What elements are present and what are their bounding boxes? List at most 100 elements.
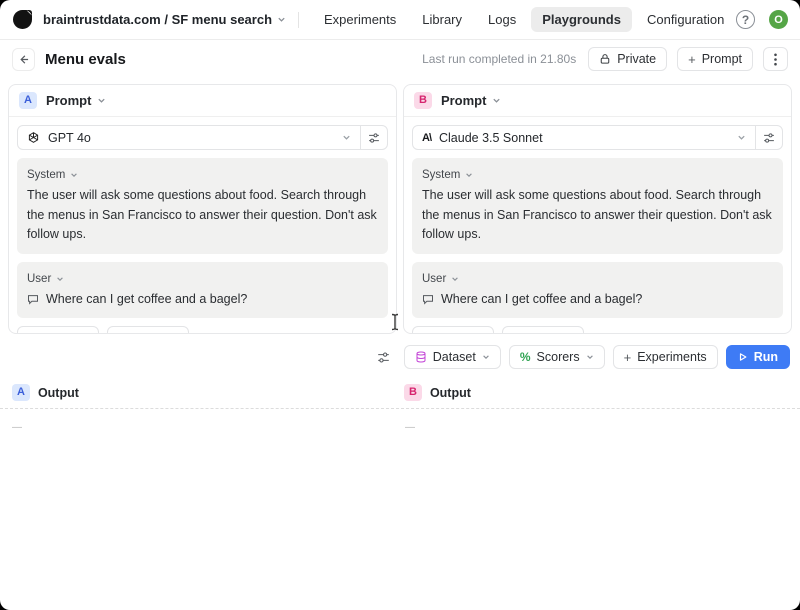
dataset-button[interactable]: Dataset bbox=[404, 345, 501, 369]
add-experiments-button[interactable]: + Experiments bbox=[613, 345, 718, 369]
output-a-placeholder: — bbox=[12, 422, 23, 433]
breadcrumb-label: braintrustdata.com / SF menu search bbox=[43, 12, 272, 27]
tab-configuration[interactable]: Configuration bbox=[636, 7, 735, 32]
lock-icon bbox=[599, 53, 611, 65]
output-body: — — bbox=[0, 409, 800, 443]
panel-b-prompt-label: Prompt bbox=[441, 93, 487, 108]
panel-a-badge: A bbox=[19, 92, 37, 109]
system-message-text[interactable]: The user will ask some questions about f… bbox=[27, 186, 378, 244]
prompt-card-b-body: A\ Claude 3.5 Sonnet System The user wil… bbox=[404, 117, 791, 334]
model-select-a[interactable]: GPT 4o bbox=[17, 125, 388, 150]
chevron-down-icon bbox=[342, 133, 351, 142]
breadcrumb[interactable]: braintrustdata.com / SF menu search bbox=[43, 12, 286, 27]
user-message-text[interactable]: Where can I get coffee and a bagel? bbox=[441, 290, 642, 309]
panel-a-prompt-selector[interactable]: Prompt bbox=[46, 93, 107, 108]
model-select-b[interactable]: A\ Claude 3.5 Sonnet bbox=[412, 125, 783, 150]
output-content-b: — bbox=[400, 409, 800, 443]
output-b-placeholder: — bbox=[405, 422, 416, 433]
tools-label: 1 tool bbox=[530, 331, 559, 334]
back-button[interactable] bbox=[12, 48, 35, 71]
chevron-down-icon bbox=[70, 171, 78, 179]
last-run-status: Last run completed in 21.80s bbox=[422, 52, 576, 66]
add-message-label: Message bbox=[41, 331, 90, 334]
chevron-down-icon bbox=[451, 275, 459, 283]
output-section: A Output B Output — — bbox=[0, 376, 800, 610]
prompt-card-b: B Prompt A\ Claude 3.5 Sonnet bbox=[403, 84, 792, 334]
experiments-label: Experiments bbox=[637, 350, 706, 364]
avatar[interactable]: O bbox=[769, 10, 788, 29]
tools-button[interactable]: 1 tool bbox=[502, 326, 583, 334]
help-icon[interactable]: ? bbox=[736, 10, 755, 29]
prompt-card-a: A Prompt GPT 4o bbox=[8, 84, 397, 334]
play-icon bbox=[738, 352, 748, 362]
braintrust-logo-icon[interactable] bbox=[12, 9, 33, 30]
chevron-down-icon bbox=[56, 275, 64, 283]
plus-icon: + bbox=[688, 53, 696, 66]
run-label: Run bbox=[754, 350, 778, 364]
message-bubble-icon bbox=[27, 293, 39, 305]
user-message-text[interactable]: Where can I get coffee and a bagel? bbox=[46, 290, 247, 309]
plus-icon: + bbox=[624, 351, 632, 364]
database-icon bbox=[415, 351, 427, 363]
system-role-selector[interactable]: System bbox=[422, 169, 473, 181]
output-header-b: B Output bbox=[400, 376, 800, 408]
system-role-label: System bbox=[27, 169, 65, 181]
panel-a-prompt-label: Prompt bbox=[46, 93, 92, 108]
model-params-button[interactable] bbox=[360, 126, 387, 149]
user-role-label: User bbox=[422, 273, 446, 285]
tools-button[interactable]: 1 tool bbox=[107, 326, 188, 334]
openai-icon bbox=[27, 131, 40, 144]
model-name: Claude 3.5 Sonnet bbox=[439, 131, 729, 145]
output-content-a: — bbox=[0, 409, 400, 443]
chevron-down-icon bbox=[482, 353, 490, 361]
playground-page: braintrustdata.com / SF menu search Expe… bbox=[0, 0, 800, 610]
private-button[interactable]: Private bbox=[588, 47, 667, 71]
user-role-selector[interactable]: User bbox=[422, 273, 459, 285]
scorers-button[interactable]: % Scorers bbox=[509, 345, 605, 369]
layout-settings-button[interactable] bbox=[372, 345, 396, 369]
chevron-down-icon bbox=[492, 96, 501, 105]
system-role-selector[interactable]: System bbox=[27, 169, 78, 181]
chevron-down-icon bbox=[586, 353, 594, 361]
system-message-text[interactable]: The user will ask some questions about f… bbox=[422, 186, 773, 244]
panel-b-badge: B bbox=[414, 92, 432, 109]
output-b-label: Output bbox=[430, 386, 471, 400]
system-message-block-b[interactable]: System The user will ask some questions … bbox=[412, 158, 783, 253]
nav-divider bbox=[298, 12, 299, 28]
chevron-down-icon bbox=[97, 96, 106, 105]
model-params-button[interactable] bbox=[755, 126, 782, 149]
arrow-left-icon bbox=[18, 54, 29, 65]
tab-playgrounds[interactable]: Playgrounds bbox=[531, 7, 632, 32]
user-role-selector[interactable]: User bbox=[27, 273, 64, 285]
page-header: Menu evals Last run completed in 21.80s … bbox=[0, 40, 800, 78]
output-headers: A Output B Output bbox=[0, 376, 800, 409]
panel-a-actions: + Message 1 tool bbox=[17, 326, 388, 334]
more-options-button[interactable] bbox=[763, 47, 788, 71]
anthropic-icon: A\ bbox=[422, 132, 431, 144]
panel-b-prompt-selector[interactable]: Prompt bbox=[441, 93, 502, 108]
user-role-label: User bbox=[27, 273, 51, 285]
percent-icon: % bbox=[520, 350, 531, 364]
add-prompt-label: Prompt bbox=[702, 52, 742, 66]
run-button[interactable]: Run bbox=[726, 345, 790, 369]
chevron-down-icon bbox=[277, 15, 286, 24]
prompt-panels: A Prompt GPT 4o bbox=[0, 78, 800, 340]
add-message-button[interactable]: + Message bbox=[412, 326, 494, 334]
kebab-icon bbox=[774, 53, 777, 66]
add-message-button[interactable]: + Message bbox=[17, 326, 99, 334]
tab-experiments[interactable]: Experiments bbox=[313, 7, 407, 32]
chevron-down-icon bbox=[737, 133, 746, 142]
output-b-badge: B bbox=[404, 384, 422, 401]
sliders-icon bbox=[763, 132, 775, 144]
add-prompt-button[interactable]: + Prompt bbox=[677, 47, 753, 71]
system-message-block-a[interactable]: System The user will ask some questions … bbox=[17, 158, 388, 253]
tab-library[interactable]: Library bbox=[411, 7, 473, 32]
tab-logs[interactable]: Logs bbox=[477, 7, 527, 32]
user-message-block-a[interactable]: User Where can I get coffee and a bagel? bbox=[17, 262, 388, 318]
prompt-card-a-header: A Prompt bbox=[9, 85, 396, 117]
dataset-label: Dataset bbox=[433, 350, 476, 364]
prompt-card-b-header: B Prompt bbox=[404, 85, 791, 117]
user-message-block-b[interactable]: User Where can I get coffee and a bagel? bbox=[412, 262, 783, 318]
tool-gear-icon bbox=[512, 332, 524, 334]
sliders-icon bbox=[368, 132, 380, 144]
